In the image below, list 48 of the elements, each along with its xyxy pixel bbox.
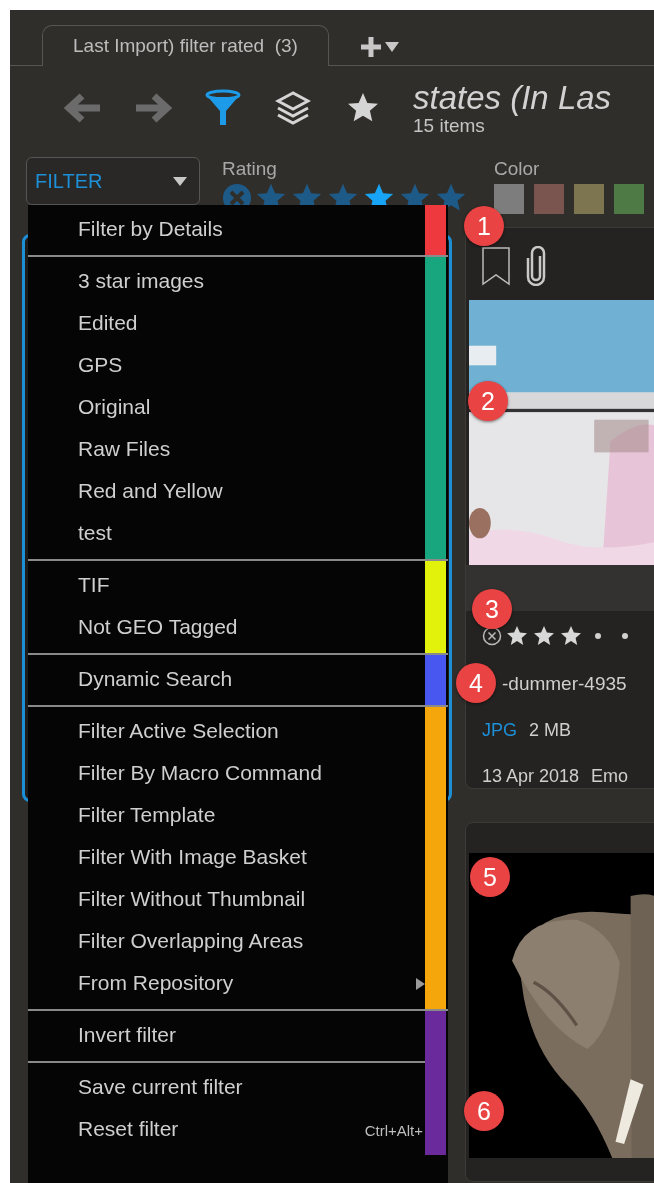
plus-icon: [358, 35, 383, 59]
callout-badge: 1: [464, 206, 504, 246]
menu-item[interactable]: GPS: [28, 344, 425, 386]
color-label: Color: [494, 157, 541, 181]
file-format: JPG: [482, 719, 517, 741]
shortcut-text: Ctrl+Alt+: [364, 1122, 423, 1139]
menu-item[interactable]: Reset filter Ctrl+Alt+: [28, 1108, 425, 1150]
color-swatch[interactable]: [494, 184, 524, 214]
menu-item[interactable]: Filter Template: [28, 794, 425, 836]
menu-item[interactable]: Filter Active Selection: [28, 710, 425, 752]
menu-item[interactable]: Filter With Image Basket: [28, 836, 425, 878]
photo-card[interactable]: [465, 822, 654, 1182]
menu-item[interactable]: Edited: [28, 302, 425, 344]
menu-item[interactable]: Filter Without Thumbnail: [28, 878, 425, 920]
new-tab-button[interactable]: [358, 35, 399, 59]
filter-dropdown[interactable]: FILTER: [26, 157, 200, 205]
color-swatch[interactable]: [614, 184, 644, 214]
caret-icon: [173, 176, 187, 186]
menu-item[interactable]: Filter Overlapping Areas: [28, 920, 425, 962]
paperclip-icon[interactable]: [525, 246, 547, 286]
menu-item[interactable]: Raw Files: [28, 428, 425, 470]
menu-item[interactable]: Invert filter: [28, 1014, 425, 1056]
caret-icon: [384, 42, 399, 52]
bookmark-icon[interactable]: [481, 246, 511, 286]
rating-label: Rating: [222, 157, 278, 181]
menu-item[interactable]: Red and Yellow: [28, 470, 425, 512]
callout-badge: 4: [456, 663, 496, 703]
menu-item[interactable]: Filter by Details: [28, 208, 425, 250]
tab[interactable]: Last Import) filter rated (3): [42, 25, 329, 66]
menu-item[interactable]: Filter By Macro Command: [28, 752, 425, 794]
photo-tag: Emo: [591, 765, 629, 787]
clear-rating-icon[interactable]: [482, 626, 502, 646]
collection-title: states (In Las: [413, 78, 612, 117]
menu-item[interactable]: test: [28, 512, 425, 554]
dropdown-value: FILTER: [35, 169, 103, 193]
menu-item[interactable]: Original: [28, 386, 425, 428]
menu-item[interactable]: From Repository: [28, 962, 425, 1004]
menu-item[interactable]: Save current filter: [28, 1066, 425, 1108]
menu-item[interactable]: TIF: [28, 564, 425, 606]
file-name: -dummer-4935: [502, 673, 627, 695]
file-size: 2 MB: [529, 719, 572, 741]
menu-item[interactable]: Dynamic Search: [28, 658, 425, 700]
menu-item[interactable]: Not GEO Tagged: [28, 606, 425, 648]
file-date: 13 Apr 2018: [482, 765, 580, 787]
menu-item[interactable]: 3 star images: [28, 260, 425, 302]
item-count: 15 items: [413, 114, 486, 137]
color-swatch[interactable]: [574, 184, 604, 214]
color-swatch[interactable]: [534, 184, 564, 214]
